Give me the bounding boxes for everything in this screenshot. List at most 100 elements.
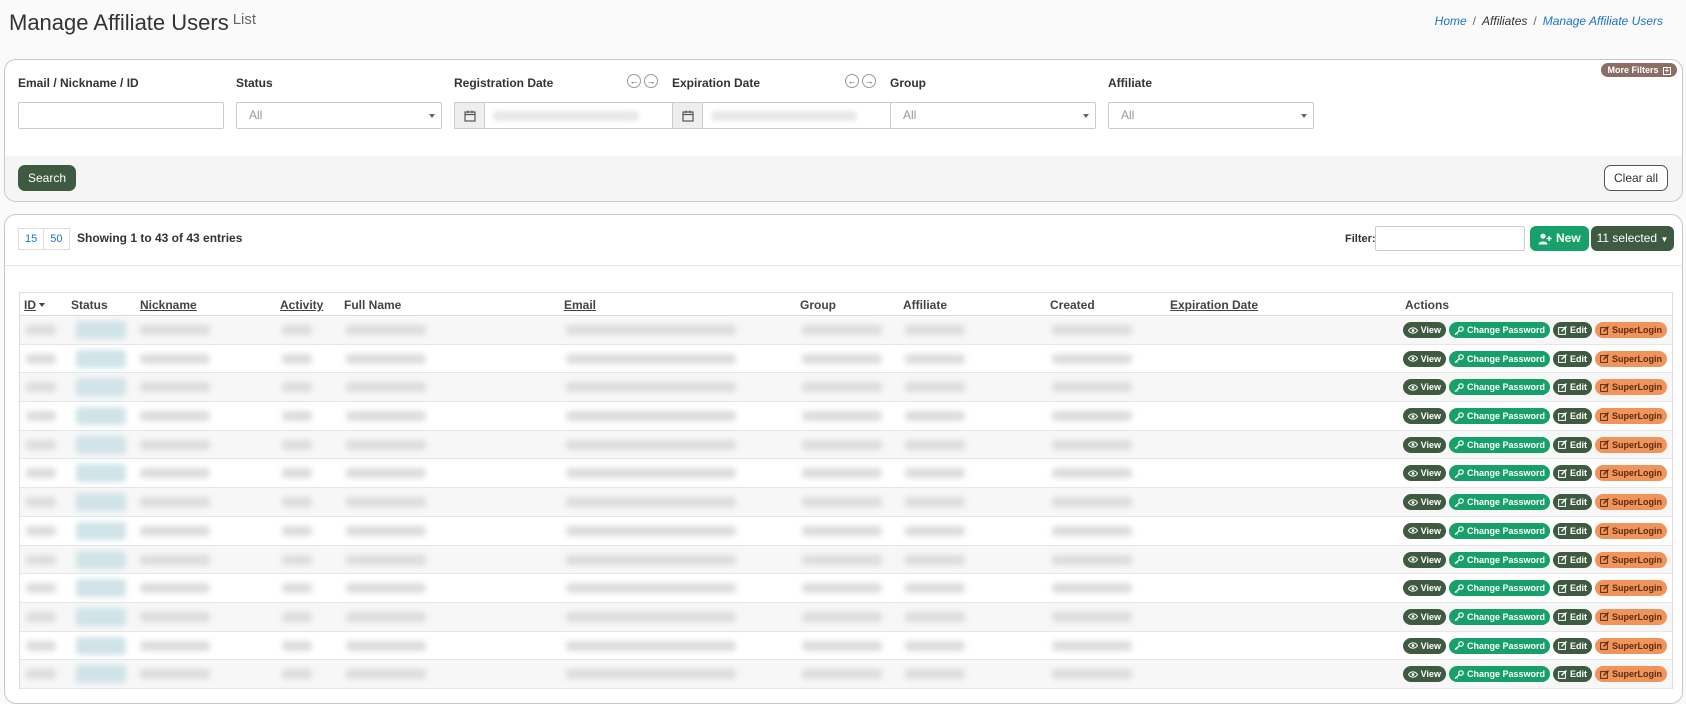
change-password-button[interactable]: Change Password [1448,379,1550,396]
registration-date-input[interactable] [484,102,676,129]
edit-button[interactable]: Edit [1553,608,1592,625]
view-label: View [1420,325,1441,335]
superlogin-button[interactable]: SuperLogin [1595,551,1667,568]
change-password-button[interactable]: Change Password [1448,408,1550,425]
col-created: Created [1050,298,1095,312]
superlogin-button[interactable]: SuperLogin [1595,608,1667,625]
view-button[interactable]: View [1402,580,1446,597]
superlogin-button[interactable]: SuperLogin [1595,408,1667,425]
superlogin-button[interactable]: SuperLogin [1595,637,1667,654]
superlogin-button[interactable]: SuperLogin [1595,465,1667,482]
change-password-button[interactable]: Change Password [1448,666,1550,683]
redacted-email [566,411,736,422]
change-password-button[interactable]: Change Password [1448,551,1550,568]
redacted-full-name [346,468,426,479]
change-password-label: Change Password [1466,468,1545,479]
plus-box-icon: + [1663,66,1671,75]
redacted-id [26,325,56,335]
breadcrumb-home[interactable]: Home [1435,14,1467,28]
edit-button[interactable]: Edit [1553,494,1592,511]
edit-icon [1600,382,1609,392]
edit-button[interactable]: Edit [1553,436,1592,453]
col-expiration-date[interactable]: Expiration Date [1170,298,1258,312]
expiration-date-nav: ← → [845,74,876,88]
edit-button[interactable]: Edit [1553,637,1592,654]
superlogin-button[interactable]: SuperLogin [1595,322,1667,338]
email-filter-input[interactable] [18,102,224,129]
view-button[interactable]: View [1402,379,1446,396]
redacted-activity [282,353,312,364]
more-filters-button[interactable]: More Filters + [1601,63,1677,77]
change-password-button[interactable]: Change Password [1448,322,1550,338]
superlogin-button[interactable]: SuperLogin [1595,580,1667,597]
view-button[interactable]: View [1402,436,1446,453]
page-size-15[interactable]: 15 [18,228,45,250]
calendar-icon[interactable] [672,102,702,129]
change-password-button[interactable]: Change Password [1448,637,1550,654]
redacted-row-data [20,488,1335,516]
calendar-icon[interactable] [454,102,484,129]
view-button[interactable]: View [1402,522,1446,539]
arrow-left-icon[interactable]: ← [627,74,641,88]
redacted-created [1052,353,1132,364]
status-filter-select[interactable]: All [236,102,442,129]
view-button[interactable]: View [1402,408,1446,425]
view-button[interactable]: View [1402,465,1446,482]
change-password-button[interactable]: Change Password [1448,608,1550,625]
change-password-button[interactable]: Change Password [1448,350,1550,367]
superlogin-button[interactable]: SuperLogin [1595,350,1667,367]
edit-button[interactable]: Edit [1553,580,1592,597]
change-password-button[interactable]: Change Password [1448,465,1550,482]
view-button[interactable]: View [1402,637,1446,654]
superlogin-button[interactable]: SuperLogin [1595,666,1667,683]
edit-button[interactable]: Edit [1553,379,1592,396]
redacted-nickname [140,325,210,335]
arrow-left-icon[interactable]: ← [845,74,859,88]
edit-button[interactable]: Edit [1553,350,1592,367]
edit-button[interactable]: Edit [1553,465,1592,482]
affiliate-filter-select[interactable]: All [1108,102,1314,129]
redacted-activity [282,439,312,450]
edit-label: Edit [1570,525,1587,536]
superlogin-button[interactable]: SuperLogin [1595,522,1667,539]
col-id[interactable]: ID [24,298,45,312]
new-user-button[interactable]: New [1530,226,1589,251]
change-password-button[interactable]: Change Password [1448,580,1550,597]
clear-all-button[interactable]: Clear all [1603,165,1668,191]
col-activity[interactable]: Activity [280,298,323,312]
col-nickname[interactable]: Nickname [140,298,197,312]
view-button[interactable]: View [1402,551,1446,568]
change-password-button[interactable]: Change Password [1448,494,1550,511]
col-email[interactable]: Email [564,298,596,312]
search-button[interactable]: Search [18,165,77,191]
selected-columns-dropdown[interactable]: 11 selected ▼ [1591,226,1674,251]
row-actions: View Change Password Edit SuperLogin [1402,608,1667,625]
breadcrumb-current[interactable]: Manage Affiliate Users [1543,14,1663,28]
superlogin-button[interactable]: SuperLogin [1595,494,1667,511]
edit-icon [1600,497,1609,507]
superlogin-button[interactable]: SuperLogin [1595,436,1667,453]
edit-button[interactable]: Edit [1553,666,1592,683]
arrow-right-icon[interactable]: → [644,74,658,88]
view-button[interactable]: View [1402,666,1446,683]
redacted-affiliate [905,583,965,594]
arrow-right-icon[interactable]: → [862,74,876,88]
edit-button[interactable]: Edit [1553,408,1592,425]
change-password-button[interactable]: Change Password [1448,436,1550,453]
group-filter-select[interactable]: All [890,102,1096,129]
edit-button[interactable]: Edit [1553,322,1592,338]
view-button[interactable]: View [1402,350,1446,367]
row-actions: View Change Password Edit SuperLogin [1402,350,1667,367]
table-filter-input[interactable] [1375,226,1525,251]
edit-button[interactable]: Edit [1553,551,1592,568]
superlogin-button[interactable]: SuperLogin [1595,379,1667,396]
edit-button[interactable]: Edit [1553,522,1592,539]
view-button[interactable]: View [1402,322,1446,338]
view-button[interactable]: View [1402,494,1446,511]
page-size-50[interactable]: 50 [44,228,70,250]
change-password-button[interactable]: Change Password [1448,522,1550,539]
row-actions: View Change Password Edit SuperLogin [1402,637,1667,654]
view-button[interactable]: View [1402,608,1446,625]
redacted-email [566,525,736,536]
expiration-date-input[interactable] [702,102,894,129]
